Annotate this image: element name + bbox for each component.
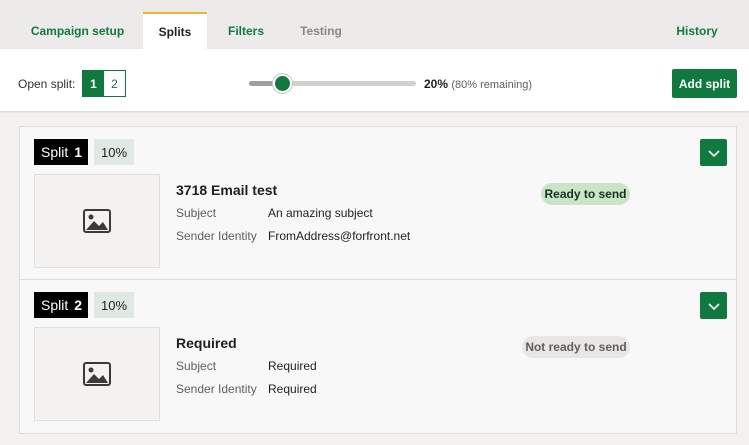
sender-identity-value: Required — [268, 382, 317, 396]
split-badge-label: Split — [41, 144, 69, 160]
email-thumbnail-2 — [34, 327, 160, 421]
split-2-title: Required — [176, 335, 237, 351]
open-split-label: Open split: — [18, 77, 76, 91]
sender-identity-label: Sender Identity — [176, 229, 257, 243]
email-thumbnail-1 — [34, 174, 160, 268]
sender-identity-value: FromAddress@forfront.net — [268, 229, 411, 243]
split-badge-1: Split 1 — [34, 139, 89, 165]
subject-label: Subject — [176, 206, 217, 220]
open-split-toggle: 1 2 — [82, 70, 126, 97]
open-split-2-button[interactable]: 2 — [104, 71, 125, 96]
chevron-down-icon — [707, 149, 720, 157]
split-percent-value: 20% — [424, 77, 449, 91]
subject-label: Subject — [176, 359, 217, 373]
split-panel-2: Split 2 10% Required Subject Required Sen… — [19, 279, 737, 434]
split-percent-slider-thumb[interactable] — [272, 74, 292, 93]
add-split-button[interactable]: Add split — [672, 69, 737, 98]
image-icon — [83, 209, 111, 233]
split-percent-badge-1: 10% — [94, 139, 135, 165]
tab-testing[interactable]: Testing — [286, 12, 356, 49]
splits-toolbar: Open split: 1 2 20% (80% remaining) Add … — [0, 49, 749, 111]
split-badge-number: 1 — [74, 144, 83, 160]
chevron-down-icon — [707, 302, 720, 310]
sender-identity-label: Sender Identity — [176, 382, 257, 396]
tab-splits[interactable]: Splits — [143, 12, 207, 49]
split-1-title: 3718 Email test — [176, 182, 278, 198]
status-badge: Ready to send — [541, 183, 630, 205]
tab-filters[interactable]: Filters — [216, 12, 276, 49]
subject-value: An amazing subject — [268, 206, 373, 220]
status-badge: Not ready to send — [522, 336, 630, 358]
tab-bar: Campaign setup Splits Filters Testing Hi… — [0, 0, 749, 49]
split-panel-1: Split 1 10% 3718 Email test Subject An am… — [19, 126, 737, 280]
tab-history[interactable]: History — [664, 12, 730, 49]
split-badge-number: 2 — [74, 297, 83, 313]
open-split-1-button[interactable]: 1 — [83, 71, 104, 96]
image-icon — [83, 362, 111, 386]
split-1-expand-button[interactable] — [700, 139, 727, 166]
split-2-expand-button[interactable] — [700, 292, 727, 319]
tab-campaign-setup[interactable]: Campaign setup — [20, 12, 135, 49]
split-percent-readout: 20% (80% remaining) — [424, 77, 532, 91]
split-badge-label: Split — [41, 297, 69, 313]
subject-value: Required — [268, 359, 317, 373]
split-remaining-text: (80% remaining) — [451, 79, 533, 91]
split-badge-2: Split 2 — [34, 292, 89, 318]
split-percent-badge-2: 10% — [94, 292, 135, 318]
